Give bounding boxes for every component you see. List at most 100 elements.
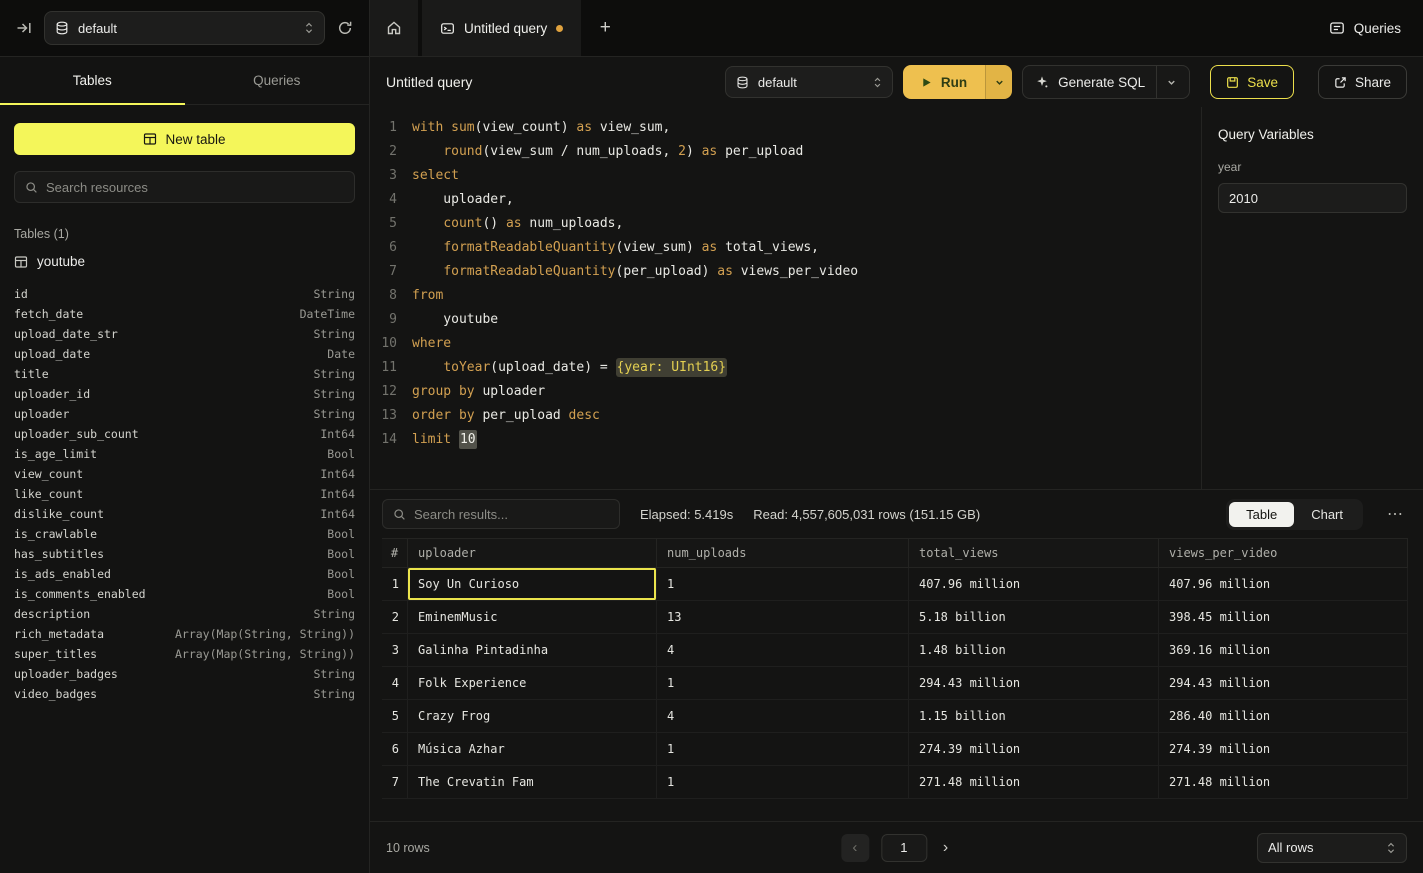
row-number[interactable]: 7: [382, 766, 408, 798]
code-line[interactable]: 9 youtube: [370, 308, 1201, 332]
column-row[interactable]: idString: [14, 284, 355, 304]
table-cell[interactable]: 13: [657, 601, 909, 633]
code-line[interactable]: 2 round(view_sum / num_uploads, 2) as pe…: [370, 140, 1201, 164]
table-row[interactable]: 1Soy Un Curioso1407.96 million407.96 mil…: [382, 568, 1408, 601]
column-row[interactable]: is_comments_enabledBool: [14, 584, 355, 604]
table-view-button[interactable]: Table: [1229, 502, 1294, 527]
column-row[interactable]: uploader_idString: [14, 384, 355, 404]
search-resources-input[interactable]: Search resources: [14, 171, 355, 203]
table-cell[interactable]: 1: [657, 568, 909, 600]
database-selector[interactable]: default: [44, 11, 325, 45]
table-cell[interactable]: Soy Un Curioso: [408, 568, 657, 600]
queries-button[interactable]: Queries: [1307, 0, 1423, 56]
table-cell[interactable]: 271.48 million: [1159, 766, 1408, 798]
column-row[interactable]: uploaderString: [14, 404, 355, 424]
table-cell[interactable]: 407.96 million: [1159, 568, 1408, 600]
column-row[interactable]: fetch_dateDateTime: [14, 304, 355, 324]
column-row[interactable]: is_crawlableBool: [14, 524, 355, 544]
table-item-youtube[interactable]: youtube: [0, 247, 369, 276]
code-line[interactable]: 11 toYear(upload_date) = {year: UInt16}: [370, 356, 1201, 380]
chart-view-button[interactable]: Chart: [1294, 502, 1360, 527]
editor-database-selector[interactable]: default: [725, 66, 893, 98]
table-row[interactable]: 4Folk Experience1294.43 million294.43 mi…: [382, 667, 1408, 700]
column-row[interactable]: view_countInt64: [14, 464, 355, 484]
new-tab-button[interactable]: +: [581, 0, 629, 56]
code-line[interactable]: 14limit 10: [370, 428, 1201, 452]
table-cell[interactable]: 1: [657, 733, 909, 765]
table-cell[interactable]: 274.39 million: [909, 733, 1159, 765]
table-cell[interactable]: 286.40 million: [1159, 700, 1408, 732]
table-cell[interactable]: Crazy Frog: [408, 700, 657, 732]
row-number[interactable]: 6: [382, 733, 408, 765]
code-line[interactable]: 13order by per_upload desc: [370, 404, 1201, 428]
sidebar-tab-queries[interactable]: Queries: [185, 57, 370, 104]
new-table-button[interactable]: New table: [14, 123, 355, 155]
refresh-button[interactable]: [337, 20, 353, 36]
table-cell[interactable]: 294.43 million: [1159, 667, 1408, 699]
share-button[interactable]: Share: [1318, 65, 1407, 99]
table-row[interactable]: 5Crazy Frog41.15 billion286.40 million: [382, 700, 1408, 733]
next-page-button[interactable]: ›: [939, 839, 952, 857]
table-row[interactable]: 6Música Azhar1274.39 million274.39 milli…: [382, 733, 1408, 766]
row-number[interactable]: 5: [382, 700, 408, 732]
code-line[interactable]: 8from: [370, 284, 1201, 308]
column-header[interactable]: uploader: [408, 539, 657, 567]
column-row[interactable]: descriptionString: [14, 604, 355, 624]
column-row[interactable]: is_ads_enabledBool: [14, 564, 355, 584]
column-row[interactable]: upload_dateDate: [14, 344, 355, 364]
code-line[interactable]: 3select: [370, 164, 1201, 188]
code-line[interactable]: 6 formatReadableQuantity(view_sum) as to…: [370, 236, 1201, 260]
table-cell[interactable]: Música Azhar: [408, 733, 657, 765]
table-cell[interactable]: Galinha Pintadinha: [408, 634, 657, 666]
table-cell[interactable]: 5.18 billion: [909, 601, 1159, 633]
row-number[interactable]: 2: [382, 601, 408, 633]
column-row[interactable]: uploader_badgesString: [14, 664, 355, 684]
table-cell[interactable]: Folk Experience: [408, 667, 657, 699]
code-line[interactable]: 1with sum(view_count) as view_sum,: [370, 116, 1201, 140]
prev-page-button[interactable]: ‹: [841, 834, 869, 862]
home-button[interactable]: [370, 0, 418, 56]
table-row[interactable]: 7The Crevatin Fam1271.48 million271.48 m…: [382, 766, 1408, 799]
rows-per-page-select[interactable]: All rows: [1257, 833, 1407, 863]
column-row[interactable]: has_subtitlesBool: [14, 544, 355, 564]
table-cell[interactable]: 4: [657, 700, 909, 732]
table-cell[interactable]: 369.16 million: [1159, 634, 1408, 666]
column-row[interactable]: uploader_sub_countInt64: [14, 424, 355, 444]
table-row[interactable]: 3Galinha Pintadinha41.48 billion369.16 m…: [382, 634, 1408, 667]
run-options-button[interactable]: [985, 65, 1012, 99]
more-options-button[interactable]: ⋯: [1383, 504, 1407, 524]
table-row[interactable]: 2EminemMusic135.18 billion398.45 million: [382, 601, 1408, 634]
table-cell[interactable]: 4: [657, 634, 909, 666]
page-number-input[interactable]: 1: [881, 834, 927, 862]
row-number[interactable]: 1: [382, 568, 408, 600]
column-header[interactable]: num_uploads: [657, 539, 909, 567]
column-row[interactable]: rich_metadataArray(Map(String, String)): [14, 624, 355, 644]
table-cell[interactable]: 407.96 million: [909, 568, 1159, 600]
code-line[interactable]: 4 uploader,: [370, 188, 1201, 212]
table-cell[interactable]: 1.15 billion: [909, 700, 1159, 732]
row-number[interactable]: 3: [382, 634, 408, 666]
table-cell[interactable]: 1: [657, 667, 909, 699]
column-header[interactable]: #: [382, 539, 408, 567]
column-header[interactable]: total_views: [909, 539, 1159, 567]
table-cell[interactable]: 294.43 million: [909, 667, 1159, 699]
generate-sql-button[interactable]: Generate SQL: [1022, 65, 1190, 99]
code-line[interactable]: 12group by uploader: [370, 380, 1201, 404]
variable-input-year[interactable]: 2010: [1218, 183, 1407, 213]
row-number[interactable]: 4: [382, 667, 408, 699]
column-row[interactable]: titleString: [14, 364, 355, 384]
collapse-sidebar-button[interactable]: [16, 20, 32, 36]
code-line[interactable]: 7 formatReadableQuantity(per_upload) as …: [370, 260, 1201, 284]
code-line[interactable]: 5 count() as num_uploads,: [370, 212, 1201, 236]
column-row[interactable]: is_age_limitBool: [14, 444, 355, 464]
generate-sql-options-button[interactable]: [1156, 66, 1177, 98]
column-row[interactable]: video_badgesString: [14, 684, 355, 704]
save-button[interactable]: Save: [1210, 65, 1294, 99]
sidebar-tab-tables[interactable]: Tables: [0, 57, 185, 104]
sql-editor[interactable]: 1with sum(view_count) as view_sum,2 roun…: [370, 107, 1201, 489]
code-line[interactable]: 10where: [370, 332, 1201, 356]
column-row[interactable]: upload_date_strString: [14, 324, 355, 344]
column-row[interactable]: like_countInt64: [14, 484, 355, 504]
table-cell[interactable]: 1: [657, 766, 909, 798]
column-header[interactable]: views_per_video: [1159, 539, 1408, 567]
